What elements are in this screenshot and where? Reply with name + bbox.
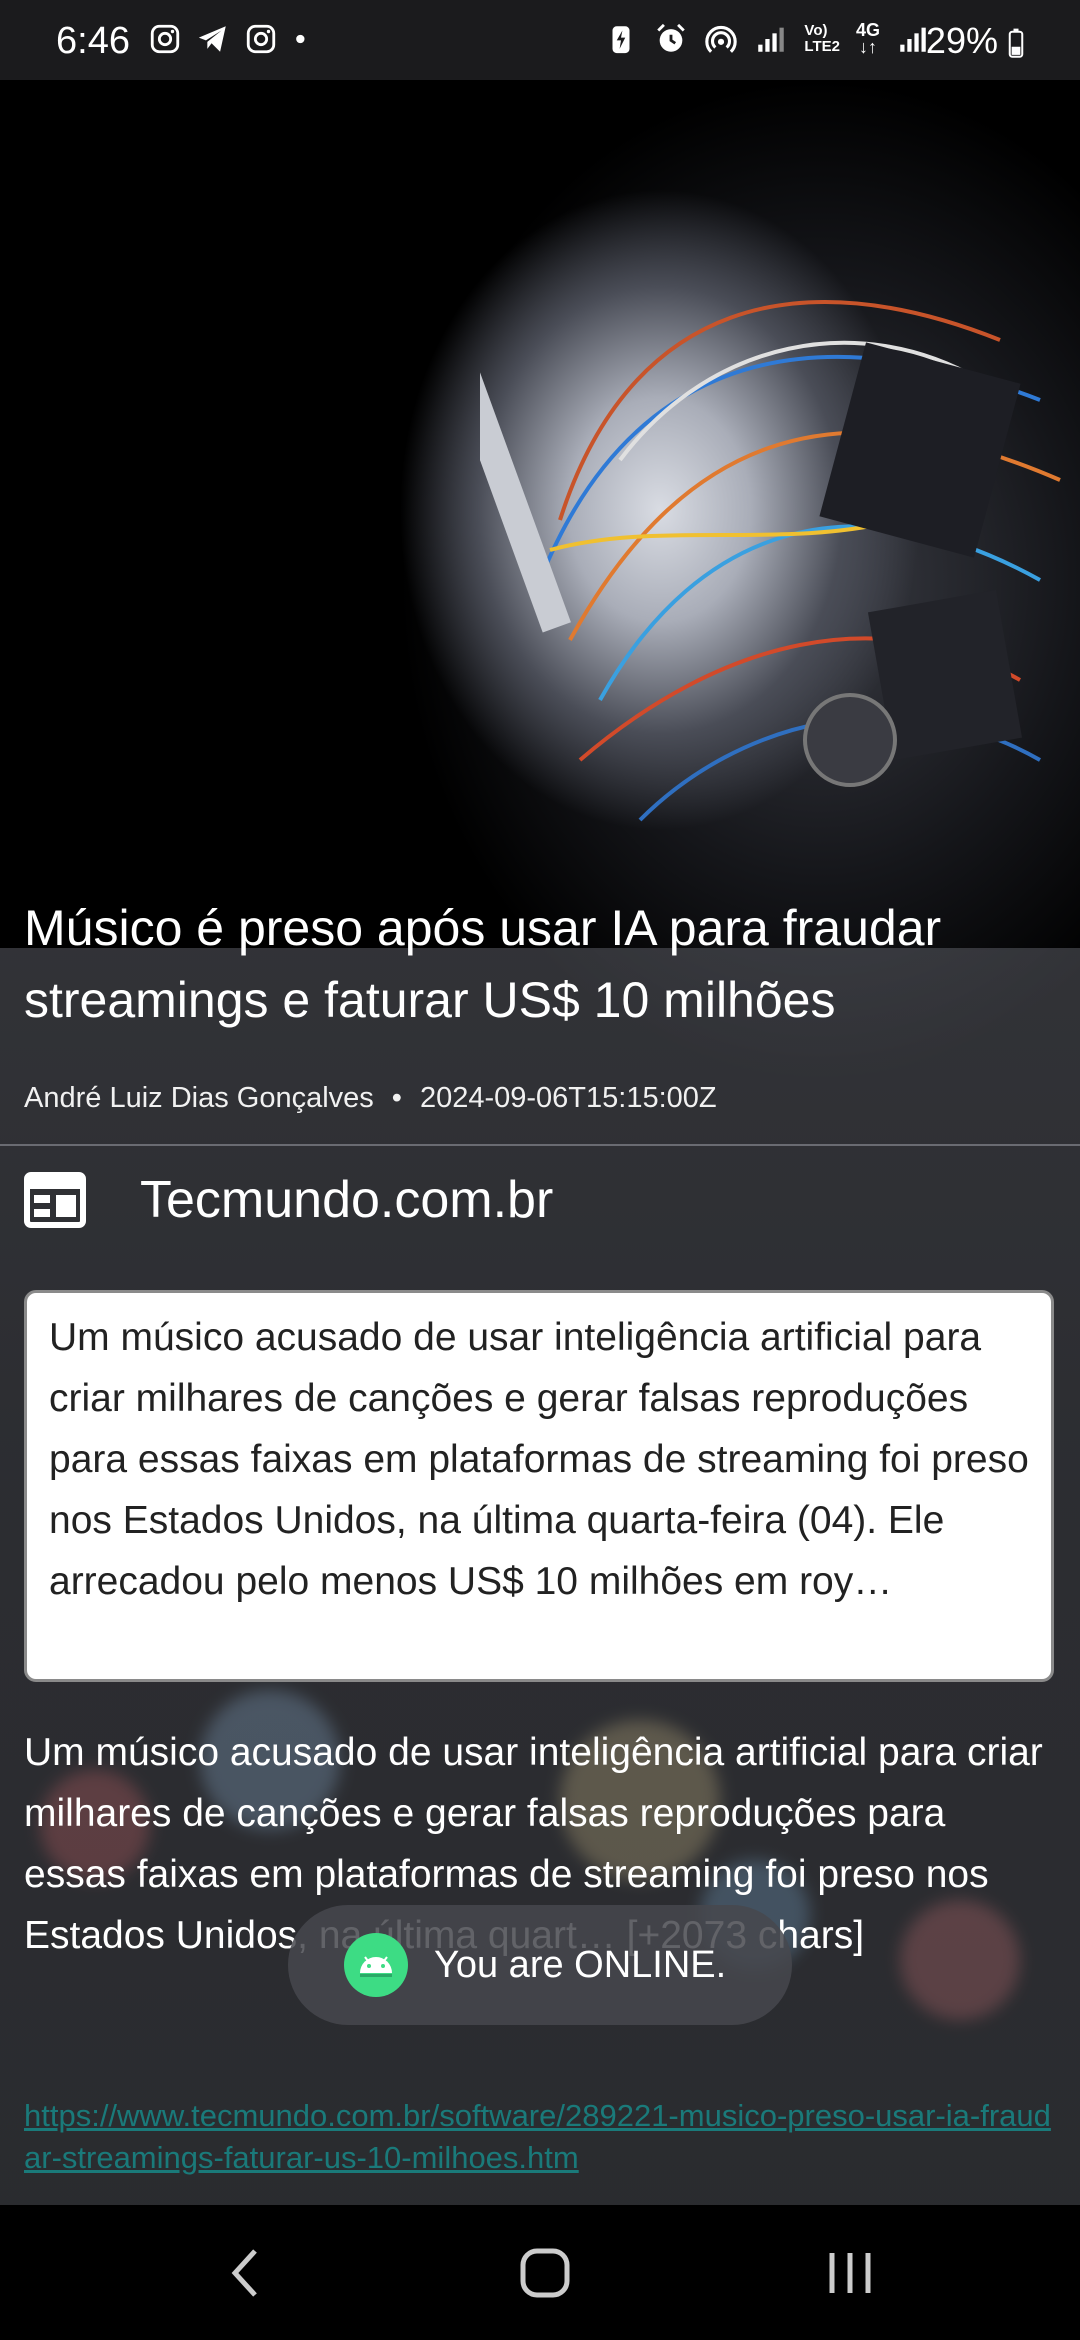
android-icon (344, 1933, 408, 1997)
article-date: 2024-09-06T15:15:00Z (419, 1082, 717, 1114)
status-bar: 6:46 Vo) LTE2 4G ↓↑ 29% (0, 0, 1080, 80)
divider (0, 1144, 1080, 1146)
battery-icon (1008, 29, 1024, 59)
status-time: 6:46 (56, 20, 130, 62)
battery-percent: 29% (926, 20, 1024, 62)
source-row: Tecmundo.com.br (24, 1170, 553, 1230)
article-meta: André Luiz Dias Gonçalves • 2024-09-06T1… (24, 1082, 717, 1115)
volte-label: Vo) LTE2 (804, 22, 840, 55)
meta-separator: • (391, 1082, 402, 1114)
recents-icon (829, 2252, 871, 2293)
article-summary: Um músico acusado de usar inteligência a… (24, 1290, 1054, 1682)
toast-message: You are ONLINE. (434, 1943, 727, 1986)
home-icon (520, 2248, 570, 2297)
source-name: Tecmundo.com.br (140, 1171, 554, 1229)
online-toast: You are ONLINE. (288, 1905, 792, 2025)
signal-icon (758, 27, 785, 52)
back-button[interactable] (185, 2205, 305, 2340)
article-title: Músico é preso após usar IA para fraudar… (24, 900, 942, 1028)
back-icon (231, 2248, 257, 2297)
telegram-icon (198, 26, 226, 52)
notification-icons (148, 22, 312, 56)
article-author: André Luiz Dias Gonçalves (24, 1082, 374, 1114)
recents-button[interactable] (790, 2205, 910, 2340)
dot-icon (296, 34, 305, 44)
alarm-icon (657, 23, 686, 52)
instagram-icon (246, 24, 276, 54)
robot-wires-graphic (480, 227, 1061, 822)
battery-saver-icon (612, 26, 630, 54)
navigation-bar (0, 2205, 1080, 2340)
home-button[interactable] (485, 2205, 605, 2340)
signal-icon (900, 27, 926, 52)
hotspot-icon (705, 25, 738, 53)
article-url-link[interactable]: https://www.tecmundo.com.br/software/289… (24, 2095, 1054, 2179)
system-icons: Vo) LTE2 4G ↓↑ (604, 20, 930, 57)
4g-label: 4G ↓↑ (855, 20, 880, 57)
instagram-icon (150, 24, 180, 54)
newspaper-icon (24, 1172, 86, 1228)
